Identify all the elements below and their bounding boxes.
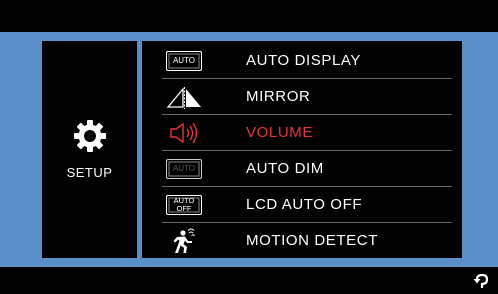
back-arrow-icon[interactable] [472, 271, 492, 291]
motion-detect-icon [164, 228, 204, 254]
gear-icon [73, 119, 107, 153]
menu-item-lcd-auto-off[interactable]: AUTO OFF LCD AUTO OFF [142, 187, 462, 223]
setup-label: SETUP [66, 165, 113, 180]
menu-item-auto-dim[interactable]: AUTO AUTO DIM [142, 151, 462, 187]
auto-display-icon: AUTO [164, 48, 204, 74]
menu-item-auto-display[interactable]: AUTO AUTO DISPLAY [142, 43, 462, 79]
menu-item-motion-detect[interactable]: MOTION DETECT [142, 223, 462, 259]
auto-dim-icon: AUTO [164, 156, 204, 182]
lcd-auto-off-icon: AUTO OFF [164, 192, 204, 218]
menu-item-label: AUTO DIM [246, 160, 324, 177]
menu-item-mirror[interactable]: MIRROR [142, 79, 462, 115]
menu-item-label: MOTION DETECT [246, 232, 378, 249]
bottom-bar [0, 267, 498, 294]
menu-item-label: MIRROR [246, 88, 311, 105]
mirror-icon [164, 84, 204, 110]
menu-item-label: LCD AUTO OFF [246, 196, 363, 213]
top-bar [0, 0, 498, 32]
setup-category-panel[interactable]: SETUP [42, 41, 137, 258]
menu-item-volume[interactable]: VOLUME [142, 115, 462, 151]
menu-item-label: AUTO DISPLAY [246, 52, 362, 69]
menu-item-label: VOLUME [246, 124, 313, 141]
speaker-icon [164, 120, 204, 146]
setup-menu-list: AUTO AUTO DISPLAY MIRROR VOLUME AUTO AUT… [142, 41, 462, 258]
